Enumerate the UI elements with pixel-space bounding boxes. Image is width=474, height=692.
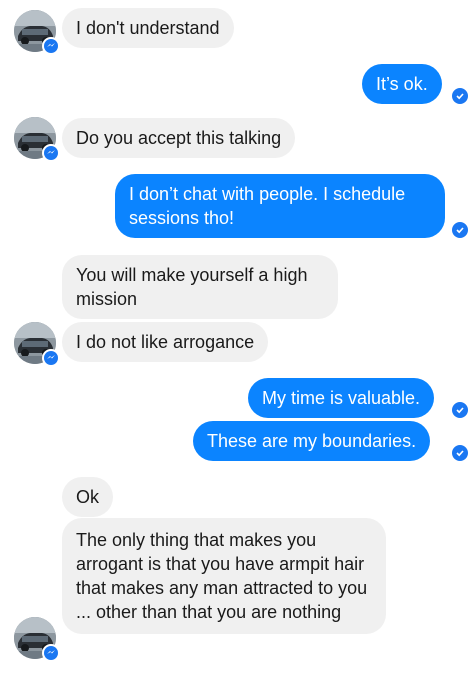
- contact-avatar[interactable]: [14, 10, 60, 55]
- read-receipt-check-icon: [452, 445, 468, 461]
- contact-avatar[interactable]: [14, 117, 60, 162]
- incoming-message-bubble[interactable]: I do not like arrogance: [62, 322, 269, 362]
- outgoing-message-bubble[interactable]: I don’t chat with people. I schedule ses…: [115, 174, 445, 238]
- contact-avatar[interactable]: [14, 617, 60, 662]
- outgoing-message-bubble[interactable]: These are my boundaries.: [193, 421, 431, 461]
- messenger-icon: [42, 644, 60, 662]
- read-receipt-check-icon: [452, 222, 468, 238]
- read-receipt-check-icon: [452, 88, 468, 104]
- contact-avatar[interactable]: [14, 322, 60, 367]
- incoming-message-bubble[interactable]: You will make yourself a high mission: [62, 255, 338, 319]
- read-receipt-check-icon: [452, 402, 468, 418]
- incoming-message-bubble[interactable]: I don't understand: [62, 8, 234, 48]
- outgoing-message-bubble[interactable]: It’s ok.: [362, 64, 442, 104]
- messenger-icon: [42, 144, 60, 162]
- incoming-message-bubble[interactable]: The only thing that makes you arrogant i…: [62, 518, 386, 634]
- outgoing-message-bubble[interactable]: My time is valuable.: [248, 378, 435, 418]
- incoming-message-bubble[interactable]: Do you accept this talking: [62, 118, 296, 158]
- messenger-icon: [42, 349, 60, 367]
- incoming-message-bubble[interactable]: Ok: [62, 477, 114, 517]
- messenger-icon: [42, 37, 60, 55]
